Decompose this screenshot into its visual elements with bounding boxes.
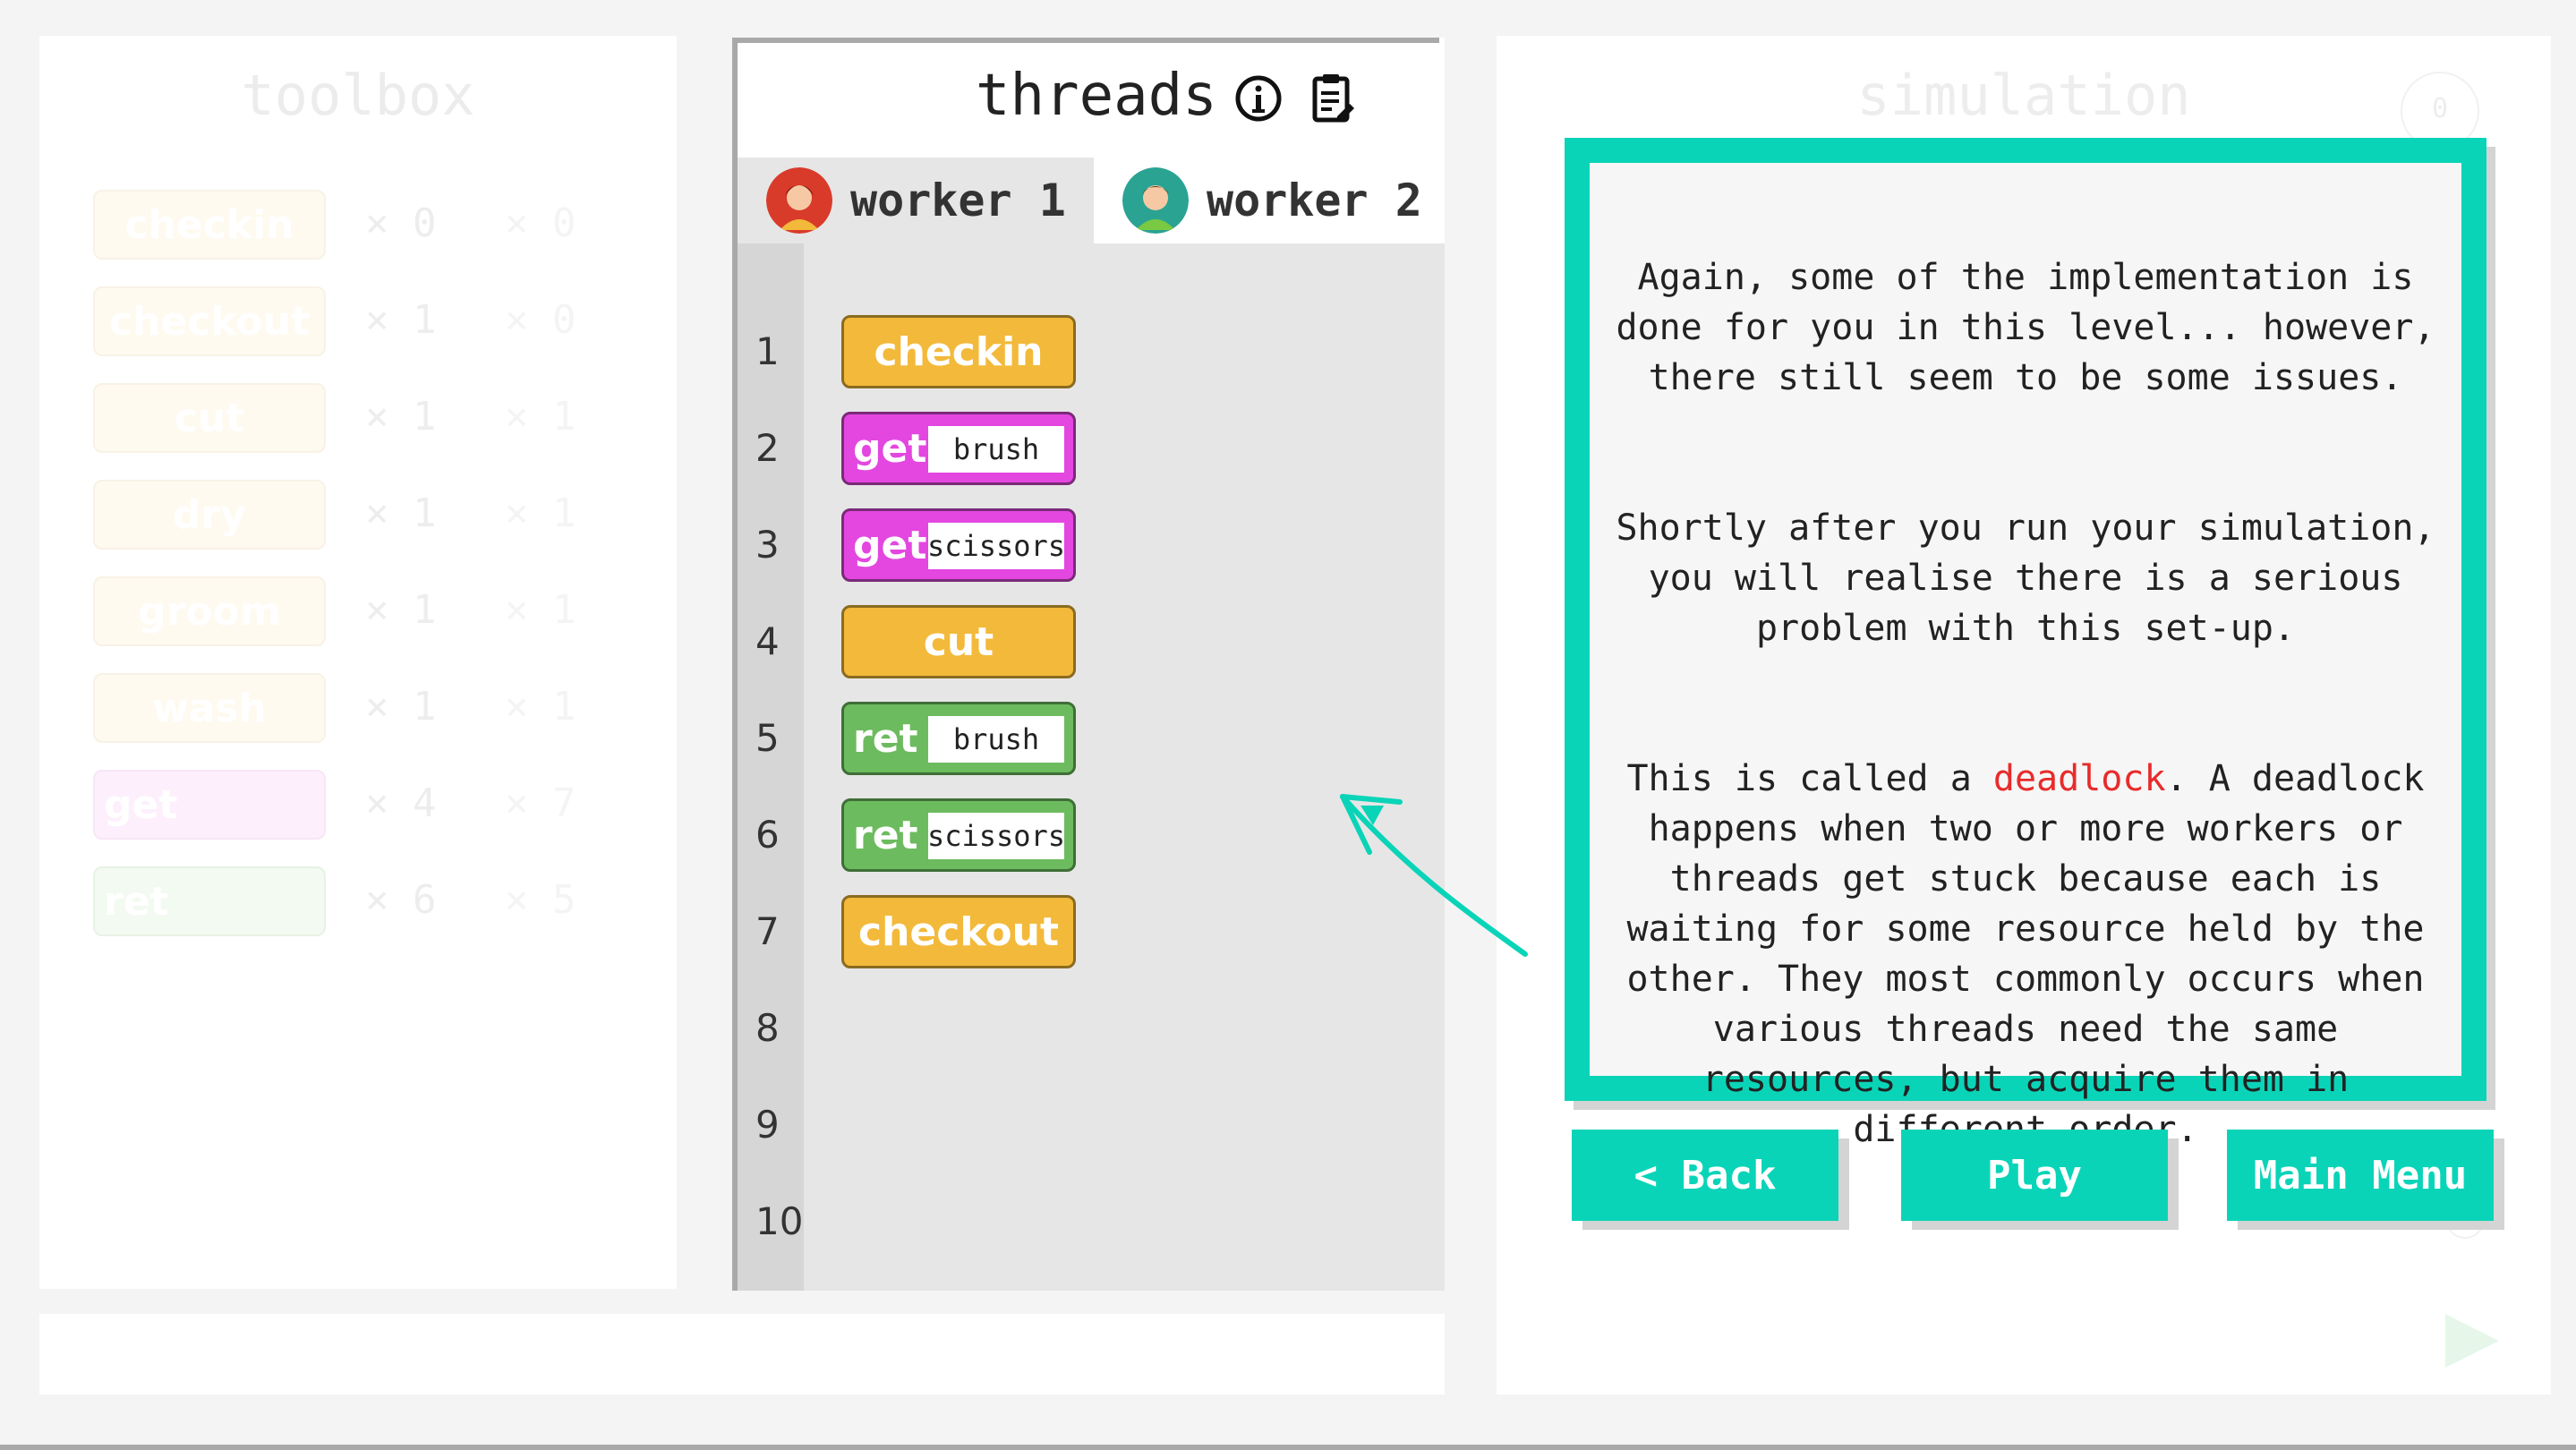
toolbox-count-secondary: × 0 (505, 200, 576, 246)
toolbox-count-secondary: × 5 (505, 877, 576, 923)
simulation-title: simulation (1856, 63, 2191, 128)
code-block-ret-brush[interactable]: ret brush (841, 702, 1076, 775)
toolbox-count: × 1 (365, 587, 437, 633)
toolbox-count: × 6 (365, 877, 437, 923)
arrow-icon (1340, 794, 1528, 957)
block-keyword: get (853, 425, 927, 472)
code-block-get-scissors[interactable]: get scissors (841, 508, 1076, 582)
code-block-get-brush[interactable]: get brush (841, 412, 1076, 485)
ghost-counter: 0 (2431, 93, 2449, 124)
clipboard-icon[interactable] (1310, 72, 1355, 125)
line-number: 8 (755, 1006, 780, 1050)
line-number: 3 (755, 523, 780, 567)
toolbox-count: × 0 (365, 200, 437, 246)
toolbox-count-secondary: × 0 (505, 297, 576, 343)
worker-tabs: worker 1 worker 2 (738, 158, 1445, 243)
toolbox-count-secondary: × 1 (505, 684, 576, 729)
toolbox-count-secondary: × 7 (505, 780, 576, 826)
line-number: 1 (755, 329, 780, 373)
toolbox-block-checkin[interactable]: checkin (93, 190, 326, 260)
block-keyword: get (853, 522, 927, 568)
toolbox-block-get[interactable]: get (93, 770, 326, 840)
deadlock-highlight: deadlock (1992, 758, 2166, 799)
block-keyword: checkout (858, 908, 1059, 955)
tab-worker-1-label: worker 1 (850, 175, 1066, 226)
code-block-cut[interactable]: cut (841, 605, 1076, 678)
block-keyword: checkin (874, 328, 1044, 375)
block-param[interactable]: scissors (927, 523, 1065, 569)
toolbox-block-checkout[interactable]: checkout (93, 286, 326, 356)
line-number: 7 (755, 909, 780, 953)
male-worker-avatar (1122, 167, 1189, 234)
toolbox-block-groom[interactable]: groom (93, 576, 326, 646)
info-icon[interactable] (1233, 73, 1284, 124)
female-worker-avatar (766, 167, 832, 234)
threads-top-border (732, 38, 1439, 43)
code-block-ret-scissors[interactable]: ret scissors (841, 798, 1076, 872)
window-bottom-border (0, 1445, 2576, 1450)
toolbox-count: × 4 (365, 780, 437, 826)
code-block-checkout[interactable]: checkout (841, 895, 1076, 968)
toolbox-count: × 1 (365, 490, 437, 536)
toolbox-block-dry[interactable]: dry (93, 480, 326, 550)
threads-panel: threads worker 1 worker 2 1 2 3 4 5 6 7 … (732, 38, 1445, 1291)
line-number: 6 (755, 813, 780, 857)
code-editor[interactable]: 1 2 3 4 5 6 7 8 9 10 11 checkin get brus… (738, 243, 1445, 1291)
block-keyword: ret (853, 812, 918, 858)
tab-worker-2-label: worker 2 (1207, 175, 1422, 226)
tab-worker-1[interactable]: worker 1 (738, 158, 1094, 243)
line-number: 5 (755, 716, 780, 760)
toolbox-block-wash[interactable]: wash (93, 673, 326, 743)
toolbox-count-secondary: × 1 (505, 490, 576, 536)
tutorial-dialog: Again, some of the implementation is don… (1565, 138, 2486, 1150)
line-number: 9 (755, 1103, 780, 1147)
toolbox-block-ret[interactable]: ret (93, 866, 326, 936)
play-button[interactable]: Play (1901, 1130, 2168, 1221)
threads-title: threads (976, 63, 1217, 129)
back-button[interactable]: < Back (1572, 1130, 1838, 1221)
toolbox-panel: toolbox checkin × 0 × 0 checkout × 1 × 0… (39, 36, 677, 1289)
dialog-paragraph-3-start: This is called a (1626, 758, 1993, 799)
block-keyword: cut (923, 618, 994, 665)
line-number: 4 (755, 619, 780, 663)
toolbox-count-secondary: × 1 (505, 587, 576, 633)
dialog-paragraph-3: This is called a deadlock. A deadlock ha… (1590, 754, 2461, 1155)
block-param[interactable]: brush (928, 426, 1064, 473)
toolbox-block-cut[interactable]: cut (93, 383, 326, 453)
line-number: 10 (755, 1199, 804, 1243)
block-param[interactable]: brush (928, 716, 1064, 763)
toolbox-title: toolbox (241, 63, 475, 128)
toolbox-count: × 1 (365, 297, 437, 343)
toolbox-count-secondary: × 1 (505, 394, 576, 439)
dialog-paragraph-1: Again, some of the implementation is don… (1616, 257, 2435, 398)
dialog-paragraph-3-end: . A deadlock happens when two or more wo… (1626, 758, 2425, 1150)
play-icon[interactable] (2445, 1314, 2499, 1368)
tab-worker-2[interactable]: worker 2 (1094, 158, 1445, 243)
toolbox-count: × 1 (365, 394, 437, 439)
line-number: 2 (755, 426, 780, 470)
code-block-checkin[interactable]: checkin (841, 315, 1076, 388)
block-param[interactable]: scissors (927, 813, 1065, 859)
main-menu-button[interactable]: Main Menu (2227, 1130, 2494, 1221)
bottom-bar (39, 1314, 1445, 1395)
dialog-text: Again, some of the implementation is don… (1590, 202, 2461, 1255)
toolbox-count: × 1 (365, 684, 437, 729)
dialog-paragraph-2: Shortly after you run your simulation, y… (1616, 508, 2435, 649)
block-keyword: ret (853, 715, 918, 762)
